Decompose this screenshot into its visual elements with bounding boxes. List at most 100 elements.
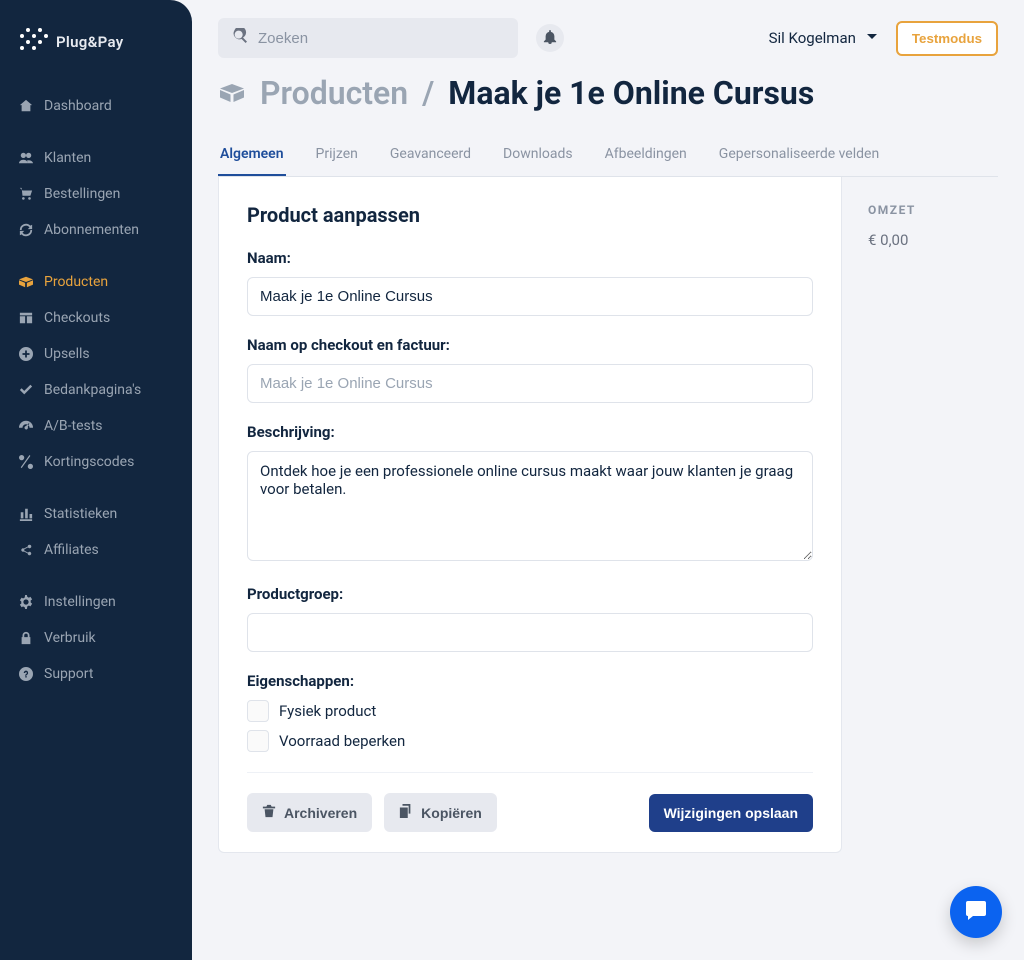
sidebar-item-abtests[interactable]: A/B-tests [0, 408, 192, 444]
productgroup-input[interactable] [247, 613, 813, 652]
sidebar-item-label: Support [44, 666, 93, 682]
question-icon [18, 666, 34, 682]
description-label: Beschrijving: [247, 423, 813, 441]
brand: Plug&Pay [0, 0, 192, 74]
user-menu[interactable]: Sil Kogelman [769, 29, 878, 47]
sidebar-nav: Dashboard Klanten Bestellingen Abonnemen… [0, 74, 192, 706]
sidebar-item-upsells[interactable]: Upsells [0, 336, 192, 372]
archive-button[interactable]: Archiveren [247, 793, 372, 832]
sidebar-item-checkouts[interactable]: Checkouts [0, 300, 192, 336]
sidebar-item-label: Verbruik [44, 630, 96, 646]
sidebar-item-abonnementen[interactable]: Abonnementen [0, 212, 192, 248]
revenue-heading: OMZET [868, 203, 998, 217]
brand-name: Plug&Pay [56, 33, 124, 51]
breadcrumb-current: Maak je 1e Online Cursus [448, 74, 814, 112]
checkbox-icon [247, 730, 269, 752]
sidebar-item-bedankpaginas[interactable]: Bedankpagina's [0, 372, 192, 408]
tabs: Algemeen Prijzen Geavanceerd Downloads A… [218, 134, 998, 177]
sidebar-item-producten[interactable]: Producten [0, 264, 192, 300]
invoice-name-label: Naam op checkout en factuur: [247, 336, 813, 354]
gauge-icon [18, 418, 34, 434]
sidebar-item-kortingscodes[interactable]: Kortingscodes [0, 444, 192, 480]
copy-button[interactable]: Kopiëren [384, 793, 497, 832]
search-input[interactable] [258, 30, 504, 47]
sidebar-item-instellingen[interactable]: Instellingen [0, 584, 192, 620]
user-name: Sil Kogelman [769, 29, 856, 47]
box-open-icon [18, 274, 34, 290]
sidebar-item-label: Klanten [44, 150, 91, 166]
copy-icon [399, 804, 413, 821]
content: Producten / Maak je 1e Online Cursus Alg… [192, 74, 1024, 960]
tab-geavanceerd[interactable]: Geavanceerd [388, 134, 473, 176]
users-icon [18, 150, 34, 166]
share-icon [18, 542, 34, 558]
properties-label: Eigenschappen: [247, 672, 813, 690]
search-box[interactable] [218, 18, 518, 58]
productgroup-label: Productgroep: [247, 585, 813, 603]
copy-button-label: Kopiëren [421, 805, 482, 821]
sidebar-item-label: Affiliates [44, 542, 99, 558]
revenue-amount: € 0,00 [868, 231, 998, 249]
box-open-icon [218, 81, 246, 105]
description-textarea[interactable]: Ontdek hoe je een professionele online c… [247, 451, 813, 561]
home-icon [18, 98, 34, 114]
tab-prijzen[interactable]: Prijzen [314, 134, 360, 176]
brand-logo-icon [20, 28, 48, 56]
name-label: Naam: [247, 249, 813, 267]
tab-algemeen[interactable]: Algemeen [218, 134, 286, 176]
name-input[interactable] [247, 277, 813, 316]
plus-circle-icon [18, 346, 34, 362]
limit-stock-label: Voorraad beperken [279, 732, 405, 750]
breadcrumb-parent[interactable]: Producten [260, 74, 408, 112]
trash-icon [262, 804, 276, 821]
invoice-name-input[interactable] [247, 364, 813, 403]
revenue-panel: OMZET € 0,00 [868, 177, 998, 249]
sidebar-item-label: Checkouts [44, 310, 110, 326]
sidebar-item-label: Upsells [44, 346, 90, 362]
bar-chart-icon [18, 506, 34, 522]
sidebar-item-label: Abonnementen [44, 222, 139, 238]
intercom-launcher[interactable] [950, 886, 1002, 938]
tab-afbeeldingen[interactable]: Afbeeldingen [603, 134, 689, 176]
sidebar: Plug&Pay Dashboard Klanten Bestellingen [0, 0, 192, 960]
table-icon [18, 310, 34, 326]
main: Sil Kogelman Testmodus Producten / Maak … [192, 0, 1024, 960]
sync-icon [18, 222, 34, 238]
sidebar-item-dashboard[interactable]: Dashboard [0, 88, 192, 124]
check-icon [18, 382, 34, 398]
chevron-down-icon [866, 29, 878, 47]
sidebar-item-statistieken[interactable]: Statistieken [0, 496, 192, 532]
sidebar-item-label: Bedankpagina's [44, 382, 141, 398]
sidebar-item-support[interactable]: Support [0, 656, 192, 692]
panel-heading: Product aanpassen [247, 203, 813, 227]
notifications-button[interactable] [536, 24, 564, 52]
bell-icon [543, 29, 557, 48]
tab-gepersonaliseerde-velden[interactable]: Gepersonaliseerde velden [717, 134, 881, 176]
limit-stock-checkbox[interactable]: Voorraad beperken [247, 730, 813, 752]
panel-actions: Archiveren Kopiëren Wijzigingen opslaan [247, 772, 813, 832]
tab-downloads[interactable]: Downloads [501, 134, 575, 176]
checkbox-icon [247, 700, 269, 722]
gear-icon [18, 594, 34, 610]
lock-icon [18, 630, 34, 646]
sidebar-item-affiliates[interactable]: Affiliates [0, 532, 192, 568]
save-button[interactable]: Wijzigingen opslaan [649, 794, 813, 832]
sidebar-item-label: Dashboard [44, 98, 112, 114]
sidebar-item-klanten[interactable]: Klanten [0, 140, 192, 176]
sidebar-item-label: Kortingscodes [44, 454, 134, 470]
sidebar-item-label: A/B-tests [44, 418, 103, 434]
testmode-button[interactable]: Testmodus [896, 21, 998, 56]
sidebar-item-label: Statistieken [44, 506, 117, 522]
page-title: Producten / Maak je 1e Online Cursus [218, 74, 998, 112]
sidebar-item-label: Bestellingen [44, 186, 120, 202]
product-edit-panel: Product aanpassen Naam: Naam op checkout… [218, 177, 842, 853]
sidebar-item-verbruik[interactable]: Verbruik [0, 620, 192, 656]
search-icon [232, 28, 248, 48]
sidebar-item-label: Producten [44, 274, 108, 290]
sidebar-item-bestellingen[interactable]: Bestellingen [0, 176, 192, 212]
archive-button-label: Archiveren [284, 805, 357, 821]
topbar: Sil Kogelman Testmodus [192, 0, 1024, 74]
physical-product-checkbox[interactable]: Fysiek product [247, 700, 813, 722]
sidebar-item-label: Instellingen [44, 594, 116, 610]
cart-icon [18, 186, 34, 202]
